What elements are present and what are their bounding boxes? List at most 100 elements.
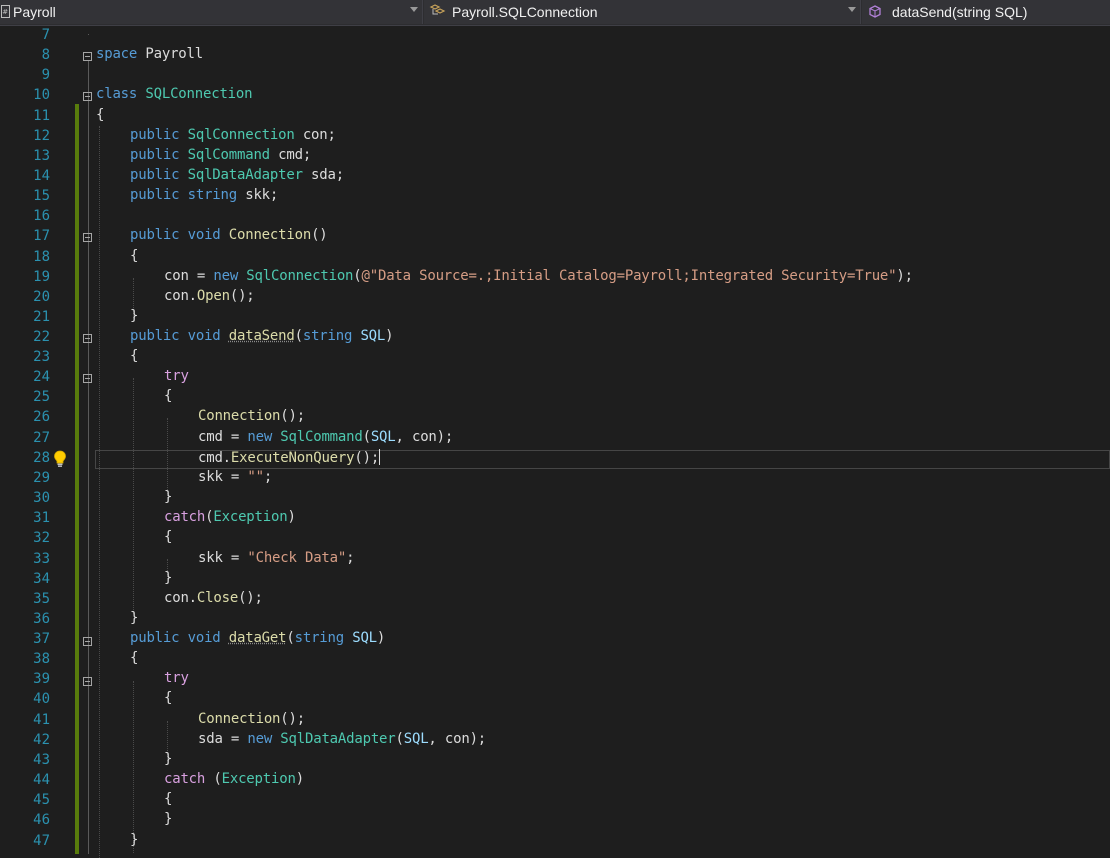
code-line: space Payroll xyxy=(96,46,203,62)
code-text: skk = xyxy=(198,469,248,485)
code-line: public string skk; xyxy=(130,187,278,203)
code-line: public SqlDataAdapter sda; xyxy=(130,167,344,183)
line-number: 17 xyxy=(33,228,50,244)
code-keyword: new xyxy=(213,268,239,284)
text-caret xyxy=(379,449,381,465)
line-number: 47 xyxy=(33,833,50,849)
code-text: cmd. xyxy=(198,450,231,466)
line-number: 33 xyxy=(33,551,50,567)
code-keyword: public xyxy=(130,127,180,143)
code-editor[interactable]: 7 8 9 10 11 12 13 14 15 16 17 18 19 20 2… xyxy=(0,26,1110,858)
line-number: 24 xyxy=(33,369,50,385)
line-number: 29 xyxy=(33,470,50,486)
code-text: , con); xyxy=(428,731,487,747)
code-line: public void dataGet(string SQL) xyxy=(130,630,385,646)
code-text: con. xyxy=(164,590,197,606)
code-text: ); xyxy=(896,268,913,284)
code-line: } xyxy=(130,610,139,626)
code-line: public SqlConnection con; xyxy=(130,127,336,143)
line-number: 42 xyxy=(33,732,50,748)
code-keyword: string xyxy=(302,328,353,344)
code-line: con.Open(); xyxy=(164,288,255,304)
code-text: skk = xyxy=(198,550,248,566)
code-keyword: public xyxy=(130,630,180,646)
code-line: cmd.ExecuteNonQuery(); xyxy=(198,449,381,466)
code-line: public void dataSend(string SQL) xyxy=(130,328,394,344)
code-parameter: SQL xyxy=(403,731,429,747)
code-text: sda = xyxy=(198,731,248,747)
code-keyword: public xyxy=(130,167,180,183)
code-method: Connection xyxy=(228,227,312,243)
project-dropdown[interactable]: # Payroll xyxy=(0,0,423,24)
code-line: } xyxy=(164,811,173,827)
code-keyword: public xyxy=(130,187,180,203)
code-text: , con); xyxy=(395,429,454,445)
code-type: SqlCommand xyxy=(187,147,270,163)
code-text: ( xyxy=(286,630,295,646)
code-text: () xyxy=(311,227,328,243)
code-line: public void Connection() xyxy=(130,227,328,243)
code-type: SqlDataAdapter xyxy=(280,731,396,747)
code-line: { xyxy=(130,248,139,264)
line-number: 32 xyxy=(33,530,50,546)
code-text: sda; xyxy=(302,167,344,183)
line-number: 20 xyxy=(33,289,50,305)
code-line: { xyxy=(164,690,173,706)
code-keyword: void xyxy=(187,630,221,646)
svg-text:#: # xyxy=(2,8,8,16)
line-number: 19 xyxy=(33,269,50,285)
type-dropdown[interactable]: Payroll.SQLConnection xyxy=(424,0,861,24)
line-number: 22 xyxy=(33,329,50,345)
line-number: 7 xyxy=(41,27,50,43)
member-label: dataSend(string SQL) xyxy=(892,4,1028,20)
code-method: Close xyxy=(196,590,239,606)
line-number: 26 xyxy=(33,409,50,425)
code-string: @"Data Source=.;Initial Catalog=Payroll;… xyxy=(361,268,897,284)
code-line: { xyxy=(130,650,139,666)
code-type: SqlConnection xyxy=(187,127,295,143)
code-line: try xyxy=(164,670,189,686)
line-number: 9 xyxy=(41,67,50,83)
line-number: 37 xyxy=(33,631,50,647)
code-keyword: void xyxy=(187,328,221,344)
code-parameter: SQL xyxy=(370,429,396,445)
code-type: SqlDataAdapter xyxy=(187,167,303,183)
line-number: 31 xyxy=(33,510,50,526)
line-number: 28 xyxy=(33,450,50,466)
code-text: con. xyxy=(164,288,197,304)
code-keyword: new xyxy=(247,731,273,747)
code-line: class SQLConnection xyxy=(96,86,253,102)
code-line: Connection(); xyxy=(198,711,305,727)
code-string: "Check Data" xyxy=(247,550,347,566)
code-parameter: SQL xyxy=(352,630,377,646)
code-method: dataSend xyxy=(228,328,295,344)
code-control-keyword: catch xyxy=(164,509,206,525)
code-text: ; xyxy=(346,550,355,566)
code-line: try xyxy=(164,368,189,384)
code-line: catch (Exception) xyxy=(164,771,304,787)
code-text: (); xyxy=(229,288,255,304)
line-number: 43 xyxy=(33,752,50,768)
code-text: Payroll xyxy=(137,46,203,62)
line-number: 18 xyxy=(33,249,50,265)
project-label: Payroll xyxy=(13,4,56,20)
code-text: skk; xyxy=(236,187,279,203)
code-text: cmd = xyxy=(198,429,248,445)
code-type: SqlCommand xyxy=(280,429,363,445)
code-text: con = xyxy=(164,268,214,284)
class-icon xyxy=(429,4,447,22)
code-text: ) xyxy=(376,630,386,646)
code-keyword: class xyxy=(96,86,138,102)
code-parameter: SQL xyxy=(360,328,386,344)
csharp-project-icon: # xyxy=(1,5,10,21)
line-number: 11 xyxy=(33,108,50,124)
line-number: 39 xyxy=(33,671,50,687)
code-method: ExecuteNonQuery xyxy=(230,450,355,466)
code-line: { xyxy=(164,529,173,545)
line-number: 14 xyxy=(33,168,50,184)
code-text: ( xyxy=(353,268,362,284)
chevron-down-icon xyxy=(410,7,418,12)
code-line: Connection(); xyxy=(198,408,305,424)
member-dropdown[interactable]: dataSend(string SQL) xyxy=(862,0,1110,24)
code-control-keyword: catch xyxy=(164,771,206,787)
